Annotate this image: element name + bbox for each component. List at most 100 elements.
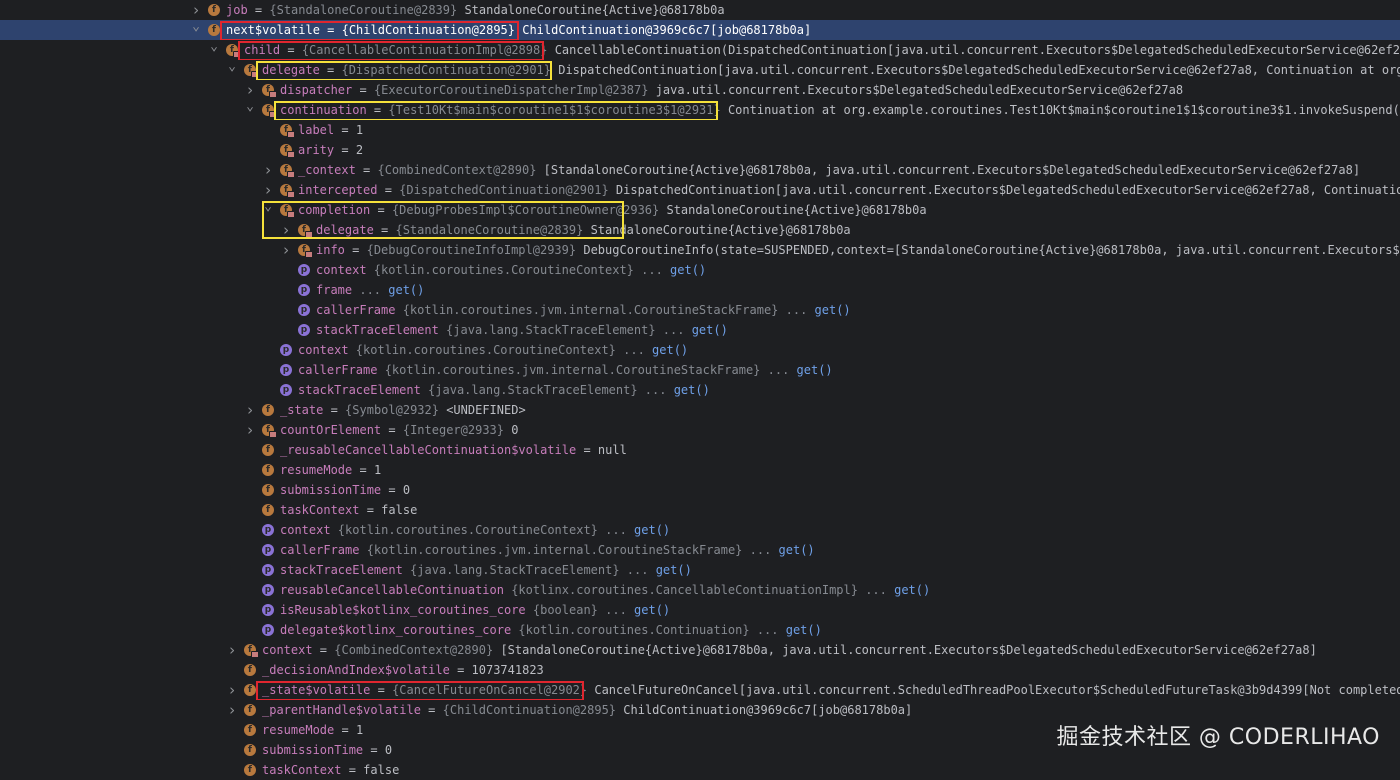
- variable-value: CancellableContinuation(DispatchedContin…: [554, 43, 1400, 57]
- tree-row[interactable]: › f dispatcher = {ExecutorCoroutineDispatc…: [0, 80, 1400, 100]
- tree-row[interactable]: f label = 1: [0, 120, 1400, 140]
- tree-row[interactable]: p context {kotlin.coroutines.CoroutineCon…: [0, 260, 1400, 280]
- chevron-right-icon[interactable]: ›: [262, 180, 274, 200]
- variable-name: context: [298, 343, 349, 357]
- chevron-right-icon[interactable]: ›: [244, 400, 256, 420]
- tree-row[interactable]: › f delegate = {StandaloneCoroutine@2839} …: [0, 220, 1400, 240]
- tree-row-text: label = 1: [298, 123, 364, 137]
- property-icon: p: [262, 524, 274, 536]
- variable-name: arity: [298, 143, 335, 157]
- tree-row[interactable]: › f _parentHandle$volatile = {ChildContinu…: [0, 700, 1400, 720]
- get-link[interactable]: get(): [670, 263, 706, 277]
- field-icon: f: [262, 484, 274, 496]
- field-locked-icon: f: [262, 424, 277, 438]
- get-link[interactable]: get(): [894, 583, 930, 597]
- chevron-right-icon[interactable]: ›: [226, 640, 238, 660]
- tree-row-text: submissionTime = 0: [280, 483, 411, 497]
- variable-type: {ExecutorCoroutineDispatcherImpl@2387}: [373, 83, 656, 97]
- tree-row[interactable]: f resumeMode = 1: [0, 460, 1400, 480]
- tree-row[interactable]: ⌄ f child = {CancellableContinuationImpl@2…: [0, 40, 1400, 60]
- tree-row[interactable]: f taskContext = false: [0, 760, 1400, 780]
- get-link[interactable]: get(): [779, 543, 815, 557]
- tree-row[interactable]: f _reusableCancellableContinuation$volati…: [0, 440, 1400, 460]
- chevron-right-icon[interactable]: ›: [226, 680, 238, 700]
- tree-row[interactable]: p reusableCancellableContinuation {kotlin…: [0, 580, 1400, 600]
- get-link[interactable]: get(): [786, 623, 822, 637]
- variable-name: intercepted: [298, 183, 378, 197]
- tree-row[interactable]: p stackTraceElement {java.lang.StackTrace…: [0, 560, 1400, 580]
- variable-name: _state: [280, 403, 324, 417]
- tree-row[interactable]: p context {kotlin.coroutines.CoroutineCon…: [0, 340, 1400, 360]
- tree-row[interactable]: f taskContext = false: [0, 500, 1400, 520]
- tree-row[interactable]: › f info = {DebugCoroutineInfoImpl@2939} D…: [0, 240, 1400, 260]
- tree-row[interactable]: p frame ... get(): [0, 280, 1400, 300]
- variable-value: java.util.concurrent.Executors$Delegated…: [655, 83, 1184, 97]
- get-link[interactable]: get(): [656, 563, 692, 577]
- get-link[interactable]: get(): [815, 303, 851, 317]
- variable-value: 1: [355, 723, 364, 737]
- chevron-right-icon[interactable]: ›: [244, 80, 256, 100]
- variable-name: countOrElement: [280, 423, 382, 437]
- tree-row[interactable]: › f job = {StandaloneCoroutine@2839} Stand…: [0, 0, 1400, 20]
- chevron-right-icon[interactable]: ›: [226, 700, 238, 720]
- tree-row[interactable]: › f context = {CombinedContext@2890} [Stan…: [0, 640, 1400, 660]
- get-link[interactable]: get(): [634, 603, 670, 617]
- get-link[interactable]: get(): [634, 523, 670, 537]
- variable-name: _context: [298, 163, 356, 177]
- tree-row[interactable]: f arity = 2: [0, 140, 1400, 160]
- variable-type: {Integer@2933}: [402, 423, 512, 437]
- variable-type: {kotlin.coroutines.jvm.internal.Coroutin…: [359, 543, 743, 557]
- variable-type: {java.lang.StackTraceElement}: [438, 323, 656, 337]
- tree-row-text: info = {DebugCoroutineInfoImpl@2939} Deb…: [316, 240, 1400, 260]
- field-locked-icon: f: [280, 124, 295, 138]
- get-link[interactable]: get(): [674, 383, 710, 397]
- tree-row[interactable]: ⌄ f completion = {DebugProbesImpl$Coroutin…: [0, 200, 1400, 220]
- chevron-right-icon[interactable]: ›: [190, 0, 202, 20]
- variable-value: 0: [384, 743, 393, 757]
- tree-row[interactable]: ⌄ f delegate = {DispatchedContinuation@290…: [0, 60, 1400, 80]
- chevron-down-icon[interactable]: ⌄: [208, 40, 220, 60]
- tree-row[interactable]: f submissionTime = 0: [0, 480, 1400, 500]
- tree-row[interactable]: p callerFrame {kotlin.coroutines.jvm.inte…: [0, 300, 1400, 320]
- variable-name: context: [280, 523, 331, 537]
- field-icon: f: [262, 444, 274, 456]
- tree-row[interactable]: p callerFrame {kotlin.coroutines.jvm.inte…: [0, 540, 1400, 560]
- tree-row[interactable]: p stackTraceElement {java.lang.StackTrace…: [0, 380, 1400, 400]
- get-link[interactable]: get(): [388, 283, 424, 297]
- tree-row[interactable]: › f intercepted = {DispatchedContinuation@…: [0, 180, 1400, 200]
- tree-row[interactable]: › f _state = {Symbol@2932} <UNDEFINED>: [0, 400, 1400, 420]
- tree-row[interactable]: › f _state$volatile = {CancelFutureOnCance…: [0, 680, 1400, 700]
- variable-value: false: [363, 763, 400, 777]
- get-link[interactable]: get(): [797, 363, 833, 377]
- chevron-right-icon[interactable]: ›: [244, 420, 256, 440]
- chevron-down-icon[interactable]: ⌄: [190, 20, 202, 40]
- variable-type: {java.lang.StackTraceElement}: [420, 383, 638, 397]
- lock-icon: [269, 431, 277, 438]
- highlight-box: [238, 41, 544, 60]
- tree-row[interactable]: p isReusable$kotlinx_coroutines_core {boo…: [0, 600, 1400, 620]
- chevron-right-icon[interactable]: ›: [262, 160, 274, 180]
- tree-row[interactable]: p delegate$kotlinx_coroutines_core {kotli…: [0, 620, 1400, 640]
- get-link[interactable]: get(): [652, 343, 688, 357]
- tree-row[interactable]: p stackTraceElement {java.lang.StackTrace…: [0, 320, 1400, 340]
- chevron-right-icon[interactable]: ›: [280, 240, 292, 260]
- tree-row[interactable]: › f _context = {CombinedContext@2890} [Sta…: [0, 160, 1400, 180]
- chevron-down-icon[interactable]: ⌄: [244, 100, 256, 120]
- tree-row[interactable]: p callerFrame {kotlin.coroutines.jvm.inte…: [0, 360, 1400, 380]
- tree-row-text: arity = 2: [298, 143, 364, 157]
- tree-row-text: taskContext = false: [280, 503, 418, 517]
- property-icon: p: [280, 384, 292, 396]
- tree-row-text: callerFrame {kotlin.coroutines.jvm.inter…: [280, 543, 815, 557]
- tree-row[interactable]: ⌄ f continuation = {Test10Kt$main$coroutin…: [0, 100, 1400, 120]
- property-icon: p: [280, 344, 292, 356]
- variable-value: ChildContinuation@3969c6c7[job@68178b0a]: [623, 703, 913, 717]
- variable-value: DispatchedContinuation[java.util.concurr…: [558, 63, 1400, 77]
- field-locked-icon: f: [244, 64, 259, 78]
- tree-row[interactable]: p context {kotlin.coroutines.CoroutineCon…: [0, 520, 1400, 540]
- tree-row-text: reusableCancellableContinuation {kotlinx…: [280, 583, 931, 597]
- chevron-down-icon[interactable]: ⌄: [226, 60, 238, 80]
- tree-row[interactable]: › f countOrElement = {Integer@2933} 0: [0, 420, 1400, 440]
- get-link[interactable]: get(): [692, 323, 728, 337]
- tree-row[interactable]: ⌄ f next$volatile = {ChildContinuation@289…: [0, 20, 1400, 40]
- tree-row[interactable]: f _decisionAndIndex$volatile = 1073741823: [0, 660, 1400, 680]
